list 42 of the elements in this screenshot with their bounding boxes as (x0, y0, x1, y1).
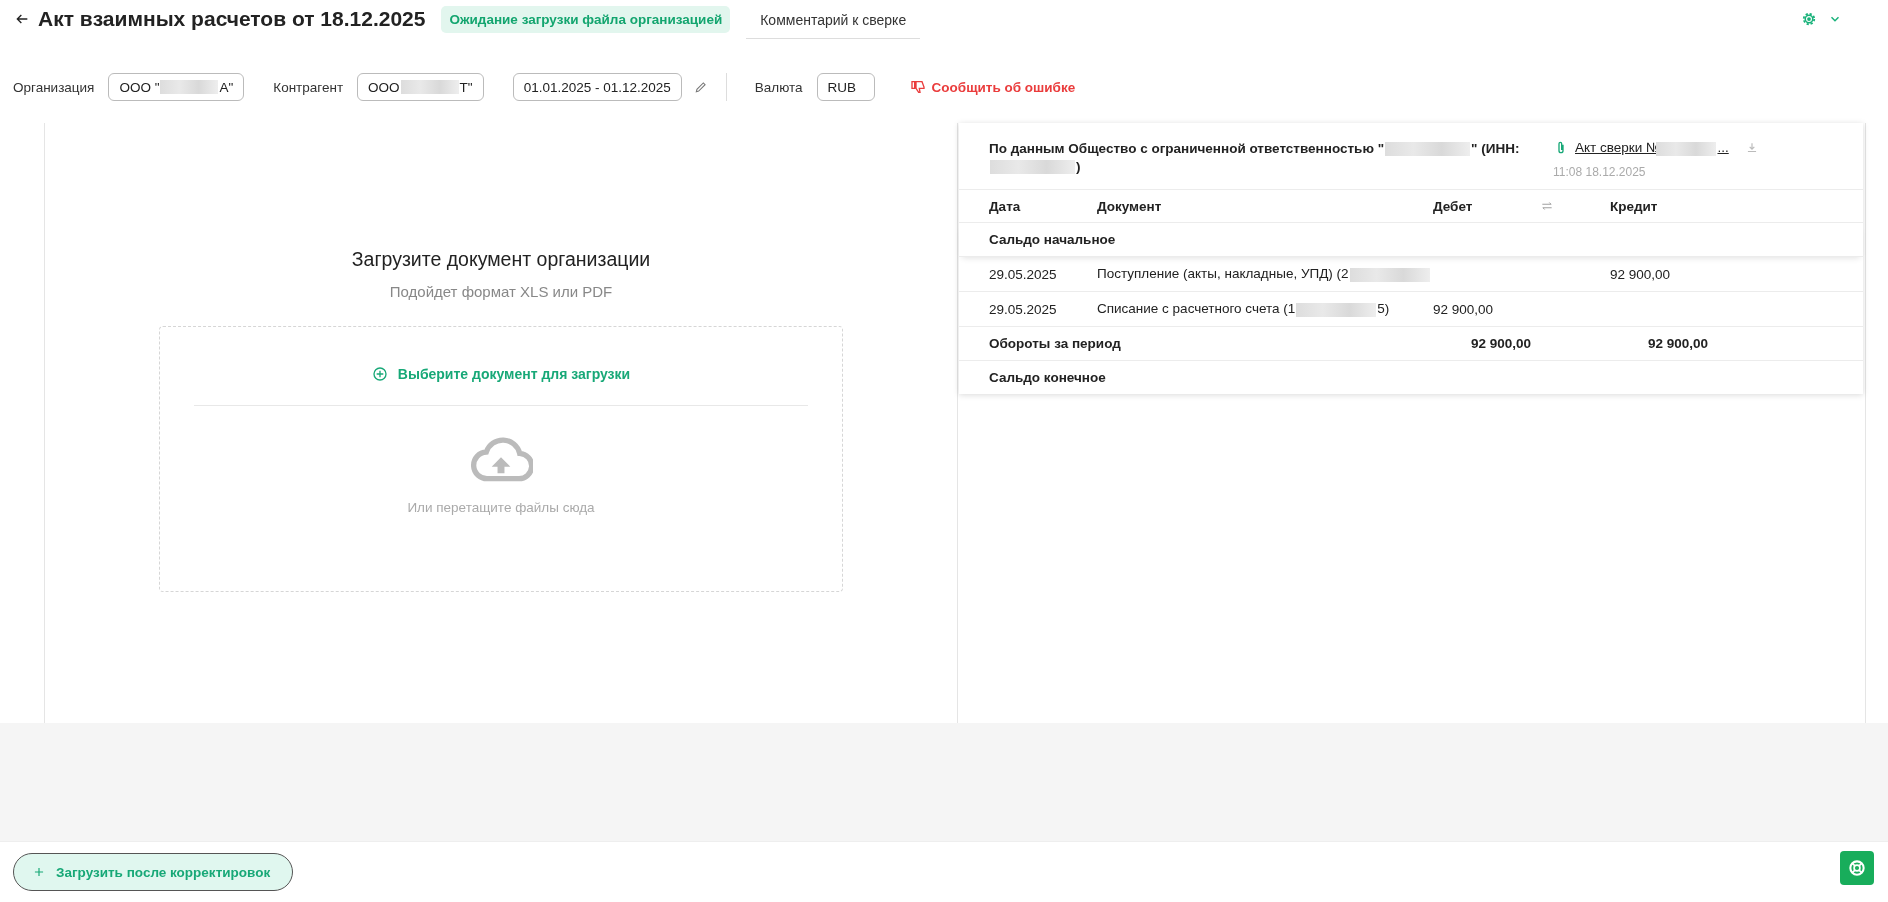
support-button[interactable] (1840, 851, 1874, 885)
column-header: Дата (989, 198, 1022, 214)
redaction-mark (1656, 141, 1717, 156)
table-cell-text: 29.05.2025 (989, 301, 1058, 317)
swap-icon[interactable] (1540, 199, 1554, 213)
filter-label: Контрагент (273, 79, 344, 95)
file-time: 11:08 18.12.2025 (1553, 165, 1647, 179)
table-cell-text: Сальдо начальное (989, 232, 1117, 247)
filter-label: Валюта (754, 79, 803, 95)
pencil-icon[interactable] (693, 80, 708, 94)
status-badge: Ожидание загрузки файла организацией (441, 5, 731, 33)
table-cell-text: Сальдо конечное (989, 370, 1107, 385)
table-cell-text: 92 900,00 (1647, 336, 1710, 351)
redaction-mark (400, 80, 459, 94)
upload-title: Загрузите документ организации (351, 248, 651, 271)
settings-icon[interactable] (1800, 10, 1818, 28)
party-field[interactable]: ООО Т" (357, 73, 484, 101)
thumbs-down-icon (909, 79, 926, 95)
drop-hint: Или перетащите файлы сюда (407, 500, 595, 515)
column-header: Кредит (1610, 198, 1659, 214)
column-header: Дебет (1433, 198, 1474, 214)
party-field[interactable]: ООО " А" (108, 73, 245, 101)
source-description: По данным Общество с ограниченной ответственностью " " (ИНН: ) (989, 140, 1521, 177)
table-cell-text: 29.05.2025 (989, 266, 1058, 282)
period-field[interactable]: 01.01.2025 - 01.12.2025 (512, 73, 682, 101)
page-title: Акт взаимных расчетов от 18.12.2025 (38, 7, 426, 31)
table-cell-text: 92 900,00 (1610, 266, 1672, 282)
plus-icon (32, 865, 46, 879)
filter-label: Организация (13, 79, 95, 95)
lifebuoy-icon (1847, 858, 1867, 878)
table-cell: Поступление (акты, накладные, УПД) (2 (1097, 266, 1433, 282)
plus-circle-icon (371, 366, 388, 382)
report-error-button[interactable]: Сообщить об ошибке (909, 79, 1076, 95)
comment-tab[interactable]: Комментарий к сверке (746, 3, 921, 39)
column-header: Документ (1097, 198, 1163, 214)
table-cell-text: Обороты за период (989, 336, 1122, 351)
table-cell-text: 92 900,00 (1470, 336, 1533, 351)
table-cell-text: 92 900,00 (1433, 301, 1495, 317)
currency-field[interactable]: RUB (816, 73, 875, 101)
upload-hint: Подойдет формат XLS или PDF (389, 283, 613, 300)
redaction-mark (160, 80, 219, 94)
table-cell-text: Списание с расчетного счета (1 5) (1097, 301, 1391, 317)
